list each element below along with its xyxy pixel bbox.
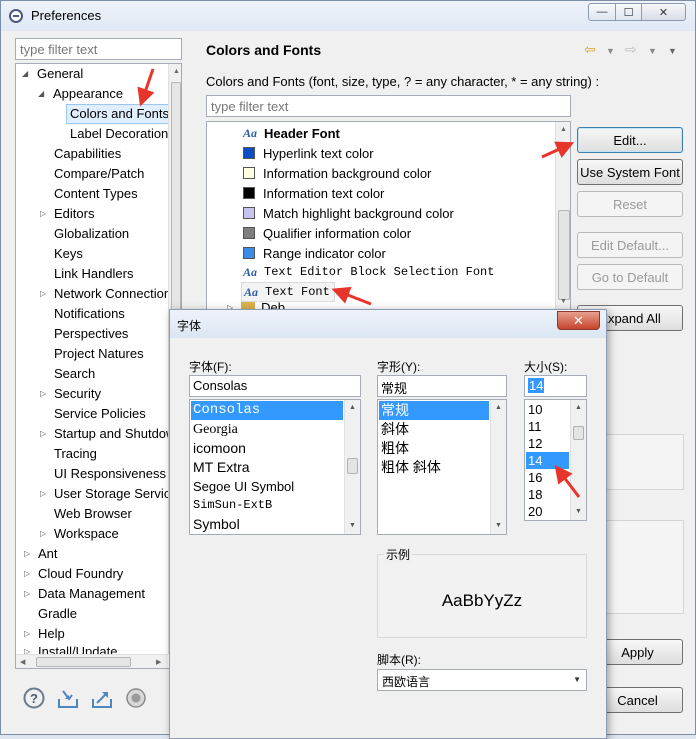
annotation-arrows xyxy=(137,68,581,498)
annotation-arrow-colors-and-fonts xyxy=(137,68,155,107)
annotation-arrow-text-font xyxy=(331,286,372,306)
annotation-arrow-size xyxy=(554,464,581,498)
annotation-arrow-edit xyxy=(541,141,575,159)
